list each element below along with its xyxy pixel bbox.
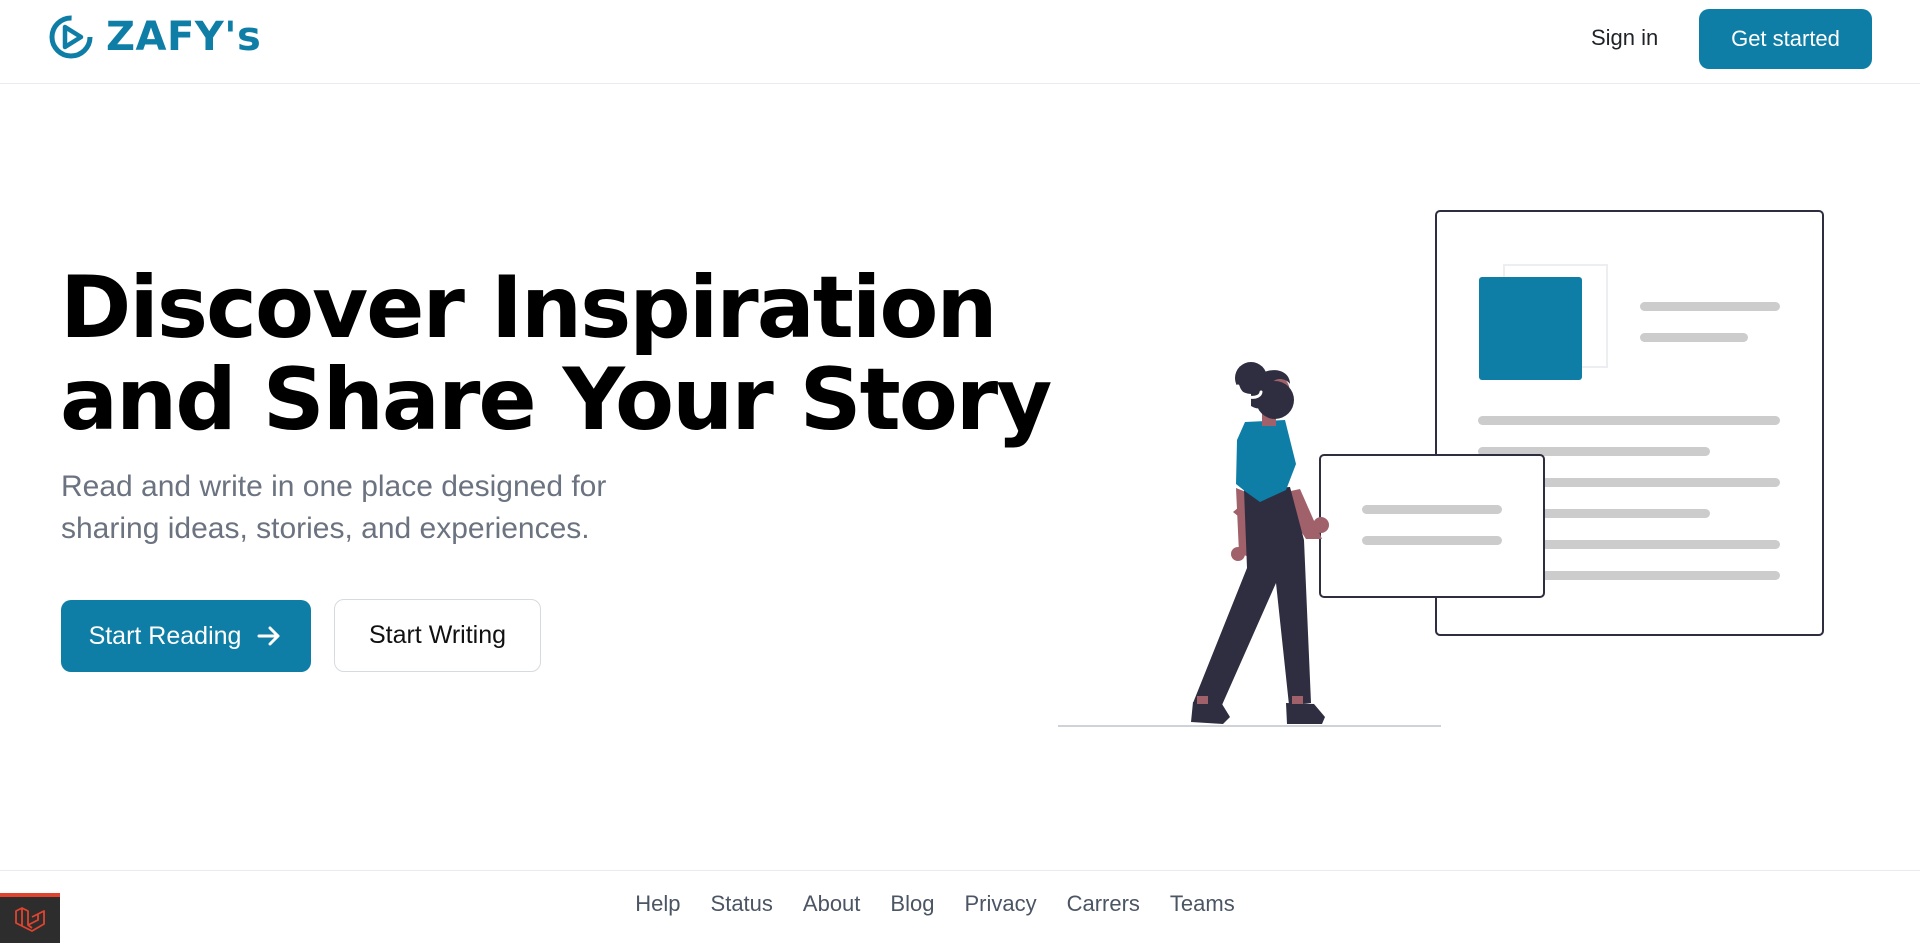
hero-title-line: Discover Inspiration — [60, 258, 998, 358]
document-line — [1640, 333, 1748, 342]
footer-link-about[interactable]: About — [803, 891, 861, 917]
start-reading-label: Start Reading — [88, 621, 242, 650]
woman-figure — [1191, 362, 1329, 724]
small-card — [1319, 454, 1545, 598]
start-reading-button[interactable]: Start Reading — [61, 600, 311, 672]
small-card-line — [1362, 505, 1502, 514]
hero-subtitle: Read and write in one place designed for… — [61, 466, 681, 550]
footer-link-status[interactable]: Status — [711, 891, 773, 917]
top-header: ZAFY's Sign in Get started — [0, 0, 1920, 84]
hero-subtitle-line: Read and write in one place designed for — [61, 470, 607, 503]
hero-title-line: and Share Your Story — [60, 350, 1052, 450]
brand[interactable]: ZAFY's — [48, 14, 261, 60]
small-card-line — [1362, 536, 1502, 545]
footer-nav: Help Status About Blog Privacy Carrers T… — [0, 891, 1920, 917]
footer-link-privacy[interactable]: Privacy — [964, 891, 1036, 917]
zafy-logo-icon — [49, 15, 93, 59]
laravel-debug-badge[interactable] — [0, 893, 60, 943]
document-line — [1640, 302, 1780, 311]
footer-link-carrers[interactable]: Carrers — [1067, 891, 1140, 917]
document-image-block — [1479, 277, 1582, 380]
footer-link-teams[interactable]: Teams — [1170, 891, 1235, 917]
laravel-icon — [15, 907, 45, 932]
sign-in-link[interactable]: Sign in — [1591, 25, 1658, 51]
get-started-button[interactable]: Get started — [1699, 9, 1872, 69]
document-line — [1478, 416, 1780, 425]
arrow-right-icon — [257, 626, 280, 646]
brand-name: ZAFY's — [106, 14, 262, 60]
footer-link-blog[interactable]: Blog — [890, 891, 934, 917]
woman-reading-document-illustration — [1058, 210, 1824, 727]
hero-title: Discover Inspiration and Share Your Stor… — [60, 258, 1052, 450]
start-writing-button[interactable]: Start Writing — [334, 599, 541, 672]
footer-link-help[interactable]: Help — [635, 891, 680, 917]
hero-subtitle-line: sharing ideas, stories, and experiences. — [61, 512, 590, 545]
footer: Help Status About Blog Privacy Carrers T… — [0, 870, 1920, 943]
